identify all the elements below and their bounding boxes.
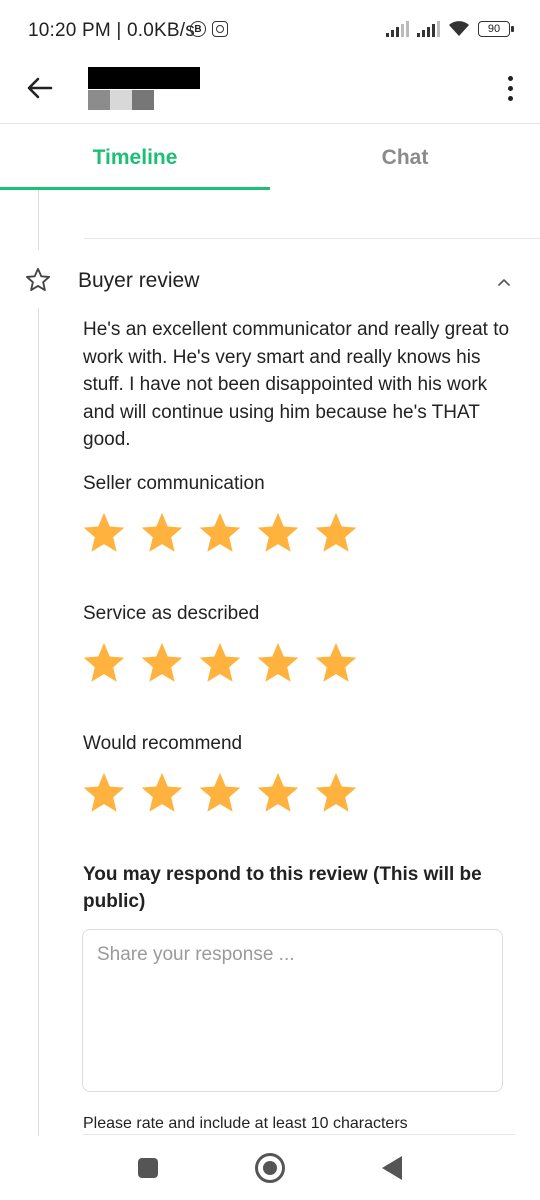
status-bar: 10:20 PM | 0.0KB/s B 90 [0, 0, 540, 60]
more-vert-icon-dot [507, 75, 513, 81]
timeline-line [38, 190, 39, 250]
tab-bar: Timeline Chat [0, 125, 540, 190]
more-vert-icon-dot [507, 95, 513, 101]
star-filled-icon [141, 642, 183, 682]
signal-icon [417, 21, 440, 37]
helper-text: Please rate and include at least 10 char… [83, 1115, 408, 1132]
star-filled-icon [141, 512, 183, 552]
rating-label-would-recommend: Would recommend [83, 733, 243, 754]
back-triangle-icon[interactable] [382, 1156, 402, 1180]
more-vert-icon-dot [507, 85, 513, 91]
timeline-line [38, 308, 39, 1136]
battery-icon: 90 [478, 21, 514, 37]
instagram-icon [212, 21, 228, 37]
divider [83, 1134, 515, 1135]
rating-label-seller-communication: Seller communication [83, 473, 265, 494]
redacted-subtitle [88, 90, 154, 110]
back-button[interactable] [20, 68, 60, 108]
rating-stars [80, 640, 360, 686]
tab-timeline[interactable]: Timeline [0, 125, 270, 190]
star-filled-icon [257, 512, 299, 552]
star-filled-icon [83, 772, 125, 812]
rating-stars [80, 510, 360, 556]
star-filled-icon [141, 772, 183, 812]
star-filled-icon [315, 512, 357, 552]
review-header[interactable]: Buyer review [0, 262, 540, 302]
signal-icon [386, 21, 409, 37]
status-icons-left: B [190, 21, 228, 37]
battery-level: 90 [487, 23, 501, 35]
star-filled-icon [315, 772, 357, 812]
rating-stars [80, 770, 360, 816]
star-filled-icon [83, 512, 125, 552]
arrow-left-icon [27, 77, 53, 99]
respond-title: You may respond to this review (This wil… [83, 864, 482, 912]
star-filled-icon [315, 642, 357, 682]
more-options-button[interactable] [498, 70, 522, 106]
app-bar [0, 60, 540, 124]
status-icons-right: 90 [386, 20, 514, 38]
star-filled-icon [199, 772, 241, 812]
b-circle-icon: B [190, 21, 206, 37]
tab-chat[interactable]: Chat [270, 125, 540, 190]
star-filled-icon [199, 512, 241, 552]
chevron-up-icon [498, 279, 510, 286]
collapse-button[interactable] [492, 270, 516, 294]
response-input[interactable] [82, 929, 503, 1092]
star-filled-icon [199, 642, 241, 682]
home-icon[interactable] [255, 1153, 285, 1183]
star-filled-icon [257, 642, 299, 682]
star-filled-icon [83, 642, 125, 682]
review-text: He's an excellent communicator and reall… [83, 319, 510, 450]
wifi-icon [449, 21, 469, 36]
redacted-username [88, 67, 200, 89]
review-title: Buyer review [78, 269, 200, 292]
star-outline-icon [25, 267, 51, 291]
status-time: 10:20 PM | 0.0KB/s [28, 20, 195, 41]
star-filled-icon [257, 772, 299, 812]
recent-apps-icon[interactable] [138, 1158, 158, 1178]
rating-label-service-as-described: Service as described [83, 603, 260, 624]
divider [84, 238, 540, 239]
system-nav-bar [0, 1138, 540, 1200]
